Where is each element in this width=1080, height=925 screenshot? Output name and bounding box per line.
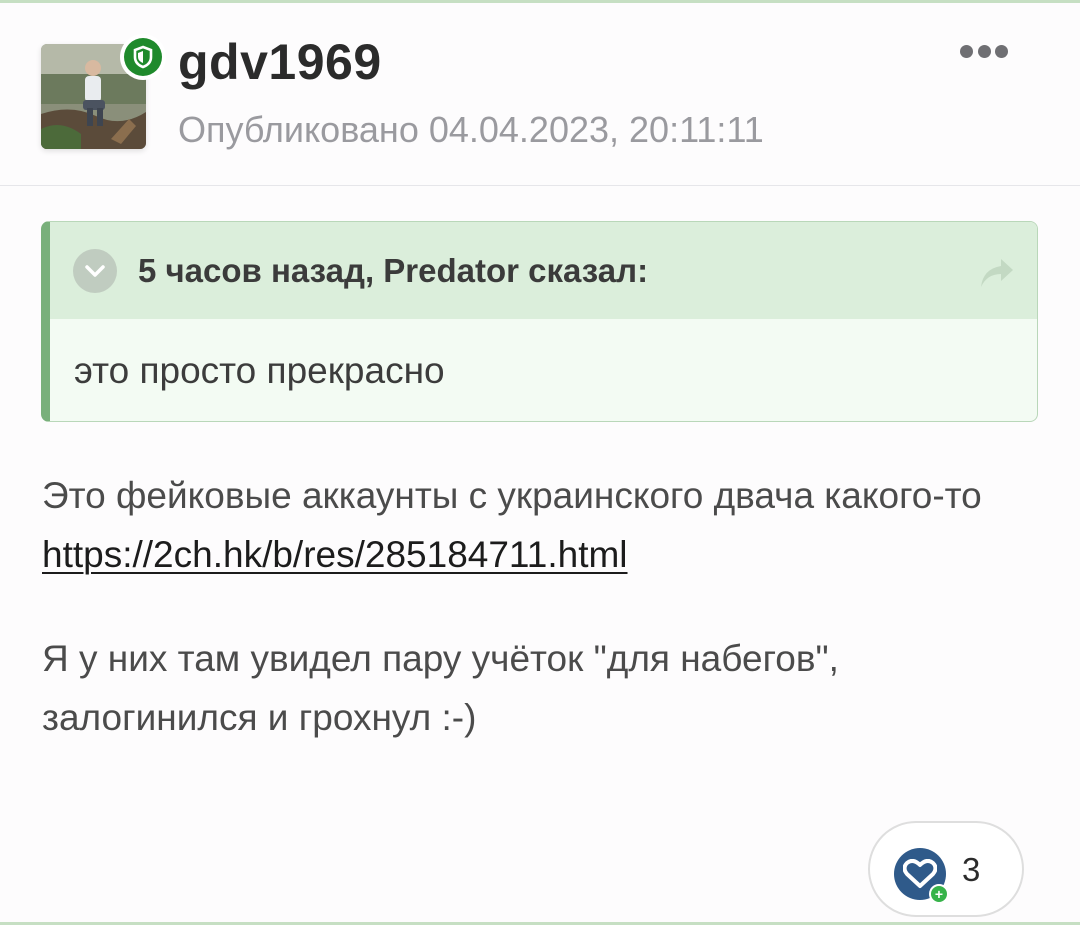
chevron-down-icon[interactable] [73,249,117,293]
reaction-count: 3 [962,851,981,888]
post-paragraph: Это фейковые аккаунты с украинского двач… [42,466,1002,584]
share-arrow-icon[interactable] [977,255,1017,291]
paragraph-text: Это фейковые аккаунты с украинского двач… [42,475,982,516]
verified-badge [120,34,166,80]
post-paragraph: Я у них там увидел пару учёток "для набе… [42,638,839,738]
post-page: gdv1969 Опубликовано 04.04.2023, 20:11:1… [0,0,1080,925]
author-name[interactable]: gdv1969 [178,33,382,91]
external-link[interactable]: https://2ch.hk/b/res/285184711.html [42,534,628,575]
add-reaction-icon: + [929,884,949,904]
more-options-icon[interactable] [960,41,1008,61]
post-header: gdv1969 Опубликовано 04.04.2023, 20:11:1… [0,3,1080,186]
reaction-button[interactable]: + 3 [868,821,1024,917]
quote-header: 5 часов назад, Predator сказал: [50,222,1037,319]
shield-icon [133,45,153,69]
post-timestamp: Опубликовано 04.04.2023, 20:11:11 [178,109,764,150]
quote-citation[interactable]: 5 часов назад, Predator сказал: [138,252,648,290]
quote-text: это просто прекрасно [74,350,445,391]
quote-block: 5 часов назад, Predator сказал: это прос… [41,221,1038,422]
